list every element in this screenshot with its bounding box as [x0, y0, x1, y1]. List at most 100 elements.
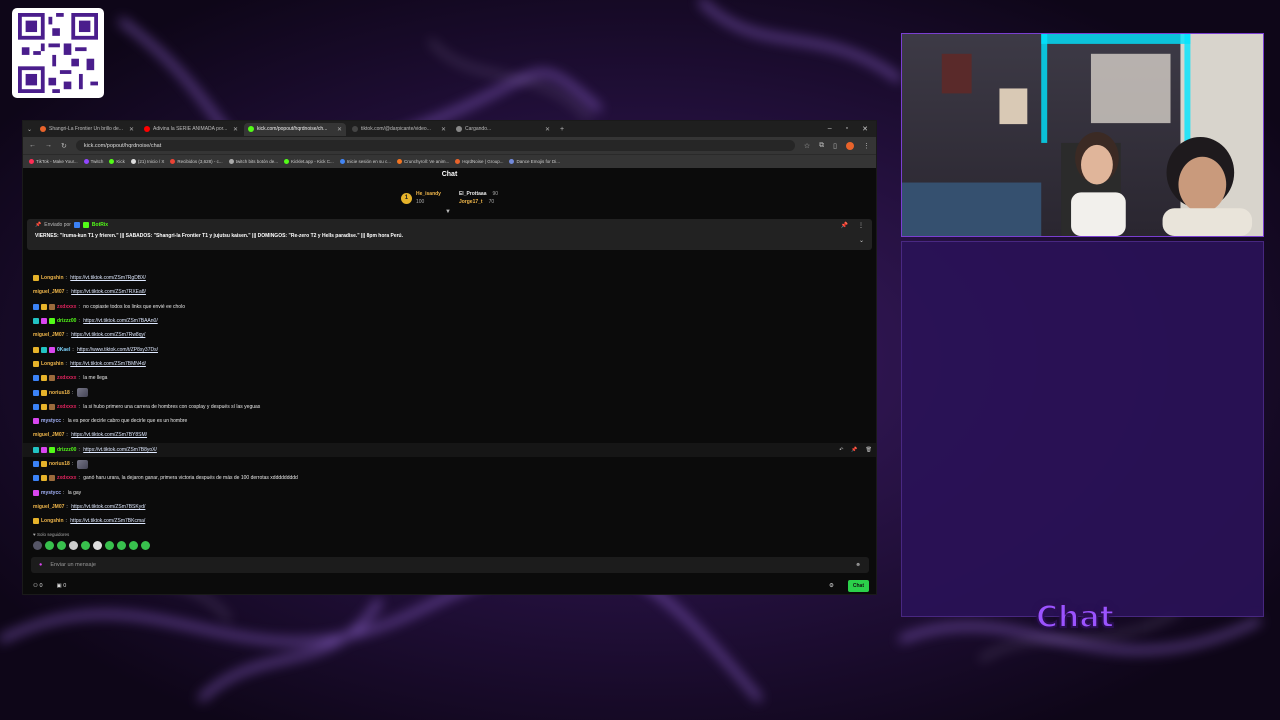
- emote-icon[interactable]: [57, 541, 66, 550]
- chat-message-link[interactable]: https://www.tiktok.com/t/ZP8sy37Ds/: [77, 347, 158, 353]
- chat-username[interactable]: zxdxxxx: [57, 304, 76, 310]
- chat-username[interactable]: mystycc: [41, 418, 61, 424]
- emote-icon[interactable]: [81, 541, 90, 550]
- chat-username[interactable]: Longshin: [41, 518, 64, 524]
- chat-message-link[interactable]: https://vt.tiktok.com/ZSm7RXEa8/: [71, 289, 146, 295]
- chat-username[interactable]: Longshin: [41, 275, 64, 281]
- chat-username[interactable]: zxdxxxx: [57, 475, 76, 481]
- chat-message-link[interactable]: https://vt.tiktok.com/ZSm7B8yoX/: [83, 447, 157, 453]
- bookmark-item[interactable]: Kick: [109, 159, 125, 164]
- pin-message-icon[interactable]: 📌: [851, 447, 857, 453]
- chat-username[interactable]: miguel_JM07: [33, 504, 64, 510]
- menu-icon[interactable]: ⋮: [863, 142, 870, 150]
- chat-message-link[interactable]: https://vt.tiktok.com/ZSm7BY8SM/: [71, 432, 147, 438]
- extensions-icon[interactable]: ⧉: [819, 142, 824, 150]
- browser-tab[interactable]: Cargando... ✕: [452, 123, 554, 136]
- emote-icon[interactable]: [129, 541, 138, 550]
- emote-icon[interactable]: [117, 541, 126, 550]
- chat-username[interactable]: miguel_JM07: [33, 332, 64, 338]
- chat-message[interactable]: zxdxxxx: la me llega: [23, 371, 876, 385]
- chat-username[interactable]: drizzz00: [57, 447, 76, 453]
- chat-username[interactable]: norius18: [49, 461, 70, 467]
- bookmark-item[interactable]: Inicie sesión en su c...: [339, 159, 391, 164]
- chat-message[interactable]: Longshin: https://vt.tiktok.com/ZSm7BMN4…: [23, 357, 876, 371]
- chat-message[interactable]: norius18:: [23, 385, 876, 399]
- sidepanel-icon[interactable]: ▯: [833, 142, 837, 150]
- reload-icon[interactable]: ↻: [61, 142, 67, 150]
- emote-icon[interactable]: [141, 541, 150, 550]
- pinned-by-user[interactable]: BotRix: [92, 222, 108, 228]
- chat-message[interactable]: mystycc: la gay: [23, 485, 876, 499]
- settings-gear-icon[interactable]: ⚙: [829, 583, 834, 589]
- reply-icon[interactable]: ↶: [839, 447, 843, 453]
- chat-message[interactable]: drizzz00: https://vt.tiktok.com/ZSm7B8yo…: [23, 442, 876, 457]
- leader-3[interactable]: Jorge17_t 70: [459, 198, 498, 206]
- chat-message[interactable]: drizzz00: https://vt.tiktok.com/ZSm7BAAn…: [23, 314, 876, 328]
- url-field[interactable]: kick.com/popout/hqrdnoise/chat: [75, 140, 795, 151]
- star-icon[interactable]: ☆: [804, 142, 810, 150]
- bookmark-item[interactable]: Twitch: [83, 159, 103, 164]
- chat-message[interactable]: zxdxxxx: no copiaste todos los links que…: [23, 300, 876, 314]
- chat-username[interactable]: Longshin: [41, 361, 64, 367]
- close-tab-icon[interactable]: ✕: [441, 126, 446, 133]
- chat-username[interactable]: zxdxxxx: [57, 375, 76, 381]
- chat-message[interactable]: miguel_JM07: https://vt.tiktok.com/ZSm7R…: [23, 285, 876, 299]
- bookmark-item[interactable]: Crunchyroll: Ve anim...: [397, 159, 449, 164]
- bookmark-item[interactable]: Kicklet.app - Kick C...: [283, 159, 334, 164]
- bookmark-item[interactable]: HqrdNoise | Group...: [455, 159, 503, 164]
- bookmark-item[interactable]: twitch bits botón de...: [228, 159, 278, 164]
- chat-username[interactable]: 0Kael: [57, 347, 70, 353]
- chat-message-link[interactable]: https://vt.tiktok.com/ZSm7BMN4d/: [70, 361, 146, 367]
- back-icon[interactable]: ←: [29, 142, 36, 149]
- unpin-icon[interactable]: 📌: [841, 222, 848, 229]
- chat-message[interactable]: 0Kael: https://www.tiktok.com/t/ZP8sy37D…: [23, 342, 876, 356]
- close-tab-icon[interactable]: ✕: [337, 126, 342, 133]
- chat-username[interactable]: miguel_JM07: [33, 432, 64, 438]
- chat-message-link[interactable]: https://vt.tiktok.com/ZSm7RgDBX/: [70, 275, 146, 281]
- profile-icon[interactable]: [846, 141, 854, 150]
- browser-tab[interactable]: Shangri-La Frontier Un brillo de... ✕: [36, 123, 138, 136]
- emote-icon[interactable]: [45, 541, 54, 550]
- emote-icon[interactable]: [105, 541, 114, 550]
- collapse-arrow-icon[interactable]: ▼: [445, 209, 451, 215]
- new-tab-button[interactable]: +: [560, 126, 564, 133]
- bookmark-item[interactable]: TikTok - Make Your...: [29, 159, 78, 164]
- leader-2[interactable]: El_Prottaaa 90: [459, 190, 498, 198]
- mic-icon[interactable]: ●: [39, 562, 42, 568]
- browser-tab[interactable]: kick.com/popout/hqrdnoise/ch... ✕: [244, 122, 347, 136]
- chat-message-link[interactable]: https://vt.tiktok.com/ZSm7BAAn0/: [83, 318, 157, 324]
- chat-username[interactable]: mystycc: [41, 490, 61, 496]
- emote-icon[interactable]: [33, 541, 42, 550]
- chat-message[interactable]: mystycc: la es peor decirle cabro que de…: [23, 414, 876, 428]
- bookmark-item[interactable]: (21) Inicio / X: [130, 159, 164, 164]
- chat-message-list[interactable]: Longshin: https://vt.tiktok.com/ZSm7RgDB…: [23, 271, 876, 541]
- close-tab-icon[interactable]: ✕: [233, 126, 238, 133]
- chat-message[interactable]: miguel_JM07: https://vt.tiktok.com/ZSm7B…: [23, 428, 876, 442]
- chat-username[interactable]: zxdxxxx: [57, 404, 76, 410]
- chat-message[interactable]: zxdxxxx: la si hubo primero una carrera …: [23, 400, 876, 414]
- chat-username[interactable]: miguel_JM07: [33, 289, 64, 295]
- chat-message[interactable]: miguel_JM07: https://vt.tiktok.com/ZSm7B…: [23, 500, 876, 514]
- chat-message-link[interactable]: https://vt.tiktok.com/ZSm7BKcma/: [70, 518, 145, 524]
- maximize-button[interactable]: ▫: [846, 125, 848, 133]
- chat-message-link[interactable]: https://vt.tiktok.com/ZSm7BSKyd/: [71, 504, 145, 510]
- close-window-button[interactable]: ✕: [862, 125, 868, 133]
- chat-message[interactable]: Longshin: https://vt.tiktok.com/ZSm7RgDB…: [23, 271, 876, 285]
- chat-message[interactable]: miguel_JM07: https://vt.tiktok.com/ZSm7R…: [23, 328, 876, 342]
- more-options-icon[interactable]: ⋮: [858, 222, 864, 229]
- chat-input[interactable]: ● Enviar un mensaje ☻: [31, 557, 869, 573]
- tab-search-icon[interactable]: ⌄: [27, 126, 32, 133]
- expand-pinned-icon[interactable]: ⌄: [859, 237, 864, 244]
- bookmark-item[interactable]: Dance Emojis for Di...: [509, 159, 560, 164]
- close-tab-icon[interactable]: ✕: [545, 126, 550, 133]
- bookmark-item[interactable]: Recibidos (3,628) - c...: [170, 159, 223, 164]
- delete-icon[interactable]: 🗑: [866, 447, 872, 453]
- browser-tab[interactable]: tiktok.com/@darpicante/video... ✕: [348, 123, 450, 136]
- emoji-picker-icon[interactable]: ☻: [855, 562, 861, 568]
- chat-message[interactable]: norius18:: [23, 457, 876, 471]
- chat-username[interactable]: norius18: [49, 390, 70, 396]
- browser-tab[interactable]: Adivina la SERIE ANIMADA por... ✕: [140, 123, 242, 136]
- close-tab-icon[interactable]: ✕: [129, 126, 134, 133]
- chat-message[interactable]: Longshin: https://vt.tiktok.com/ZSm7BKcm…: [23, 514, 876, 528]
- emote-icon[interactable]: [93, 541, 102, 550]
